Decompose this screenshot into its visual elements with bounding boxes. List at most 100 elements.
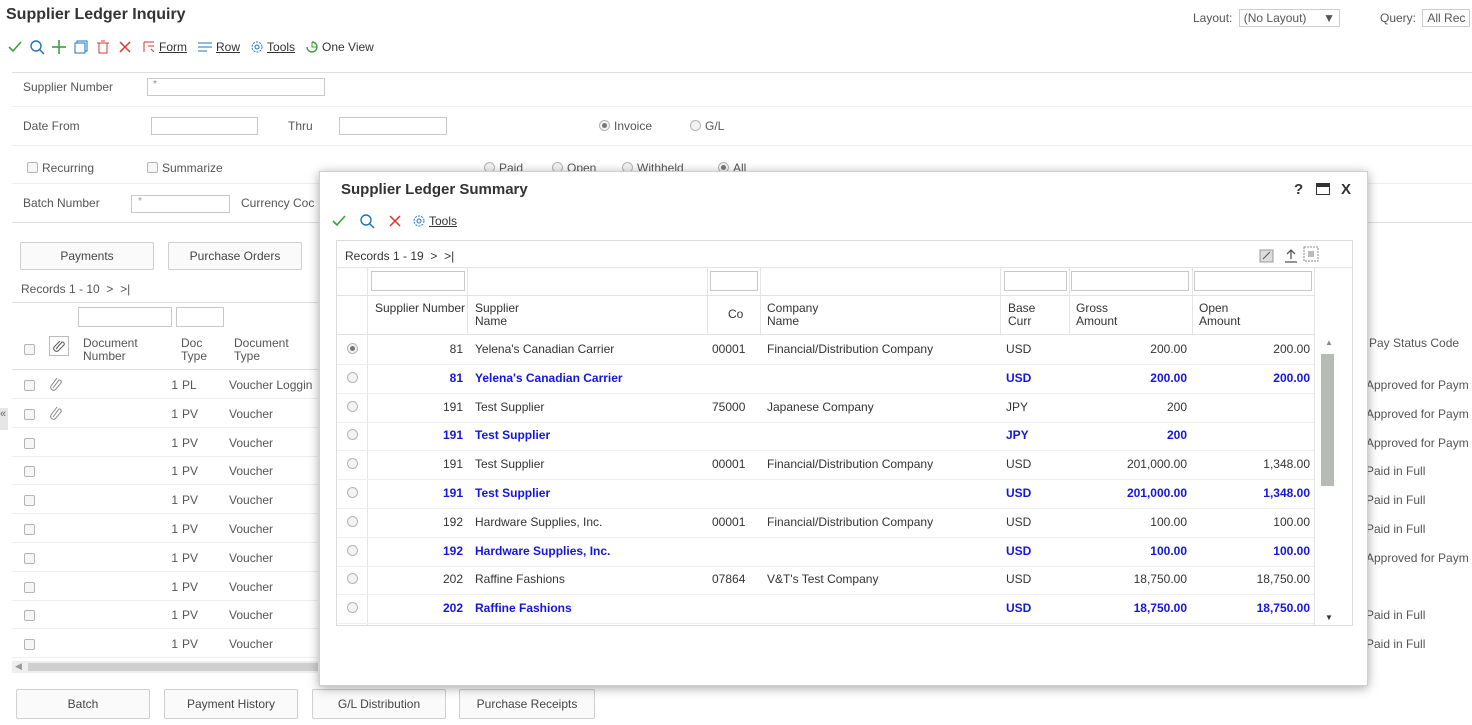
vertical-scrollbar[interactable]: ▲ ▼	[1315, 335, 1345, 625]
next-page-icon[interactable]: >	[106, 282, 113, 296]
close-icon[interactable]: X	[1341, 181, 1351, 198]
table-row[interactable]	[12, 600, 318, 601]
row-checkbox[interactable]	[24, 551, 35, 565]
supplier-total-row[interactable]: 191 Test Supplier USD 201,000.00 1,348.00	[337, 479, 1314, 509]
select-all-checkbox[interactable]	[24, 342, 35, 356]
query-selector[interactable]: Query: All Rec	[1380, 9, 1471, 27]
help-icon[interactable]: ?	[1294, 181, 1303, 198]
payment-history-button[interactable]: Payment History	[164, 689, 298, 719]
ok-check-icon[interactable]	[4, 36, 26, 58]
gross-amount-filter[interactable]	[1071, 271, 1189, 291]
layout-selector[interactable]: Layout: (No Layout) ▼	[1193, 9, 1340, 27]
row-checkbox[interactable]	[24, 407, 35, 421]
form-menu[interactable]: Form	[142, 40, 187, 54]
attachment-paperclip-icon[interactable]	[49, 376, 63, 392]
search-icon[interactable]	[356, 210, 378, 232]
last-page-icon[interactable]: >|	[444, 249, 454, 263]
purchase-orders-button[interactable]: Purchase Orders	[168, 242, 302, 270]
co-filter[interactable]	[710, 271, 758, 291]
batch-button[interactable]: Batch	[16, 689, 150, 719]
supplier-number-input[interactable]: *	[147, 78, 325, 96]
thru-date-input[interactable]	[339, 117, 447, 135]
row-checkbox[interactable]	[24, 637, 35, 651]
row-menu[interactable]: Row	[197, 40, 240, 54]
table-row[interactable]	[12, 427, 318, 428]
export-upload-icon[interactable]	[1283, 248, 1299, 264]
maximize-icon[interactable]	[1316, 183, 1330, 195]
invoice-radio[interactable]: Invoice	[599, 118, 652, 133]
table-row[interactable]: 191 Test Supplier 75000 Japanese Company JPY…	[337, 393, 1314, 423]
row-select-radio[interactable]	[347, 343, 358, 354]
row-select-radio[interactable]	[347, 458, 358, 469]
row-checkbox[interactable]	[24, 493, 35, 507]
co-header[interactable]: Co	[728, 308, 743, 321]
table-row[interactable]: 192 Hardware Supplies, Inc. 00001 Financial…	[337, 508, 1314, 538]
batch-number-input[interactable]: *	[131, 195, 230, 213]
add-icon[interactable]	[48, 36, 70, 58]
supplier-total-row[interactable]: 191 Test Supplier JPY 200	[337, 421, 1314, 451]
gross-amount-header[interactable]: Gross Amount	[1076, 302, 1136, 328]
gl-distribution-button[interactable]: G/L Distribution	[312, 689, 446, 719]
table-row[interactable]	[12, 456, 318, 457]
row-checkbox[interactable]	[24, 378, 35, 392]
pay-status-header[interactable]: Pay Status Code	[1369, 337, 1469, 350]
row-checkbox[interactable]	[24, 436, 35, 450]
table-row[interactable]: 81 Yelena's Canadian Carrier 00001 Financia…	[337, 335, 1314, 365]
base-curr-header[interactable]: Base Curr	[1008, 302, 1048, 328]
payments-button[interactable]: Payments	[20, 242, 154, 270]
gl-radio-button[interactable]	[690, 120, 701, 132]
table-row[interactable]	[12, 628, 318, 629]
gl-radio[interactable]: G/L	[690, 118, 724, 133]
query-select[interactable]: All Rec	[1422, 9, 1471, 27]
doc-type-header[interactable]: Doc Type	[181, 337, 221, 363]
open-amount-filter[interactable]	[1194, 271, 1312, 291]
table-row[interactable]	[12, 513, 318, 514]
table-row[interactable]	[12, 542, 318, 543]
supplier-total-row[interactable]: 81 Yelena's Canadian Carrier USD 200.00 200.…	[337, 364, 1314, 394]
row-select-radio[interactable]	[347, 573, 358, 584]
horizontal-scrollbar[interactable]: ◀	[12, 661, 318, 673]
base-curr-filter[interactable]	[1004, 271, 1067, 291]
one-view-menu[interactable]: One View	[305, 40, 374, 54]
scroll-left-icon[interactable]: ◀	[15, 661, 22, 672]
collapse-panel-icon[interactable]: «	[0, 408, 8, 430]
supplier-total-row[interactable]: 192 Hardware Supplies, Inc. USD 100.00 100.0…	[337, 537, 1314, 567]
grid-edit-icon[interactable]	[1259, 249, 1275, 263]
summarize-checkbox[interactable]: Summarize	[147, 160, 223, 175]
supplier-number-header[interactable]: Supplier Number	[375, 302, 465, 315]
layout-select[interactable]: (No Layout) ▼	[1238, 9, 1340, 27]
search-icon[interactable]	[26, 36, 48, 58]
next-page-icon[interactable]: >	[430, 249, 437, 263]
attachment-paperclip-icon[interactable]	[49, 405, 63, 421]
tools-menu[interactable]: Tools	[250, 40, 295, 54]
cancel-x-icon[interactable]	[384, 210, 406, 232]
document-type-header[interactable]: Document Type	[234, 337, 304, 363]
row-checkbox[interactable]	[24, 464, 35, 478]
purchase-receipts-button[interactable]: Purchase Receipts	[459, 689, 595, 719]
dialog-tools-menu[interactable]: Tools	[412, 214, 457, 228]
scrollbar-thumb[interactable]	[1321, 354, 1334, 486]
table-row[interactable]	[12, 484, 318, 485]
supplier-total-row[interactable]: 202 Raffine Fashions USD 18,750.00 18,750.00	[337, 594, 1314, 624]
table-row[interactable]: 191 Test Supplier 00001 Financial/Distribut…	[337, 450, 1314, 480]
open-amount-header[interactable]: Open Amount	[1199, 302, 1259, 328]
row-checkbox[interactable]	[24, 608, 35, 622]
recurring-check[interactable]	[27, 162, 38, 174]
row-select-radio[interactable]	[347, 602, 358, 613]
supplier-number-filter[interactable]	[371, 271, 465, 291]
copy-icon[interactable]	[70, 36, 92, 58]
invoice-radio-button[interactable]	[599, 120, 610, 132]
document-number-header[interactable]: Document Number	[83, 337, 153, 363]
summarize-check[interactable]	[147, 162, 158, 174]
table-row[interactable]	[12, 657, 318, 658]
table-row[interactable]: 202 Raffine Fashions 07864 V&T's Test Compa…	[337, 565, 1314, 595]
scroll-up-icon[interactable]: ▲	[1325, 338, 1333, 347]
row-select-radio[interactable]	[347, 429, 358, 440]
row-checkbox[interactable]	[24, 580, 35, 594]
company-name-header[interactable]: Company Name	[767, 302, 837, 328]
row-select-radio[interactable]	[347, 487, 358, 498]
document-number-filter[interactable]	[78, 307, 172, 327]
row-select-radio[interactable]	[347, 372, 358, 383]
scrollbar-thumb[interactable]	[28, 663, 318, 671]
scroll-down-icon[interactable]: ▼	[1325, 613, 1333, 622]
